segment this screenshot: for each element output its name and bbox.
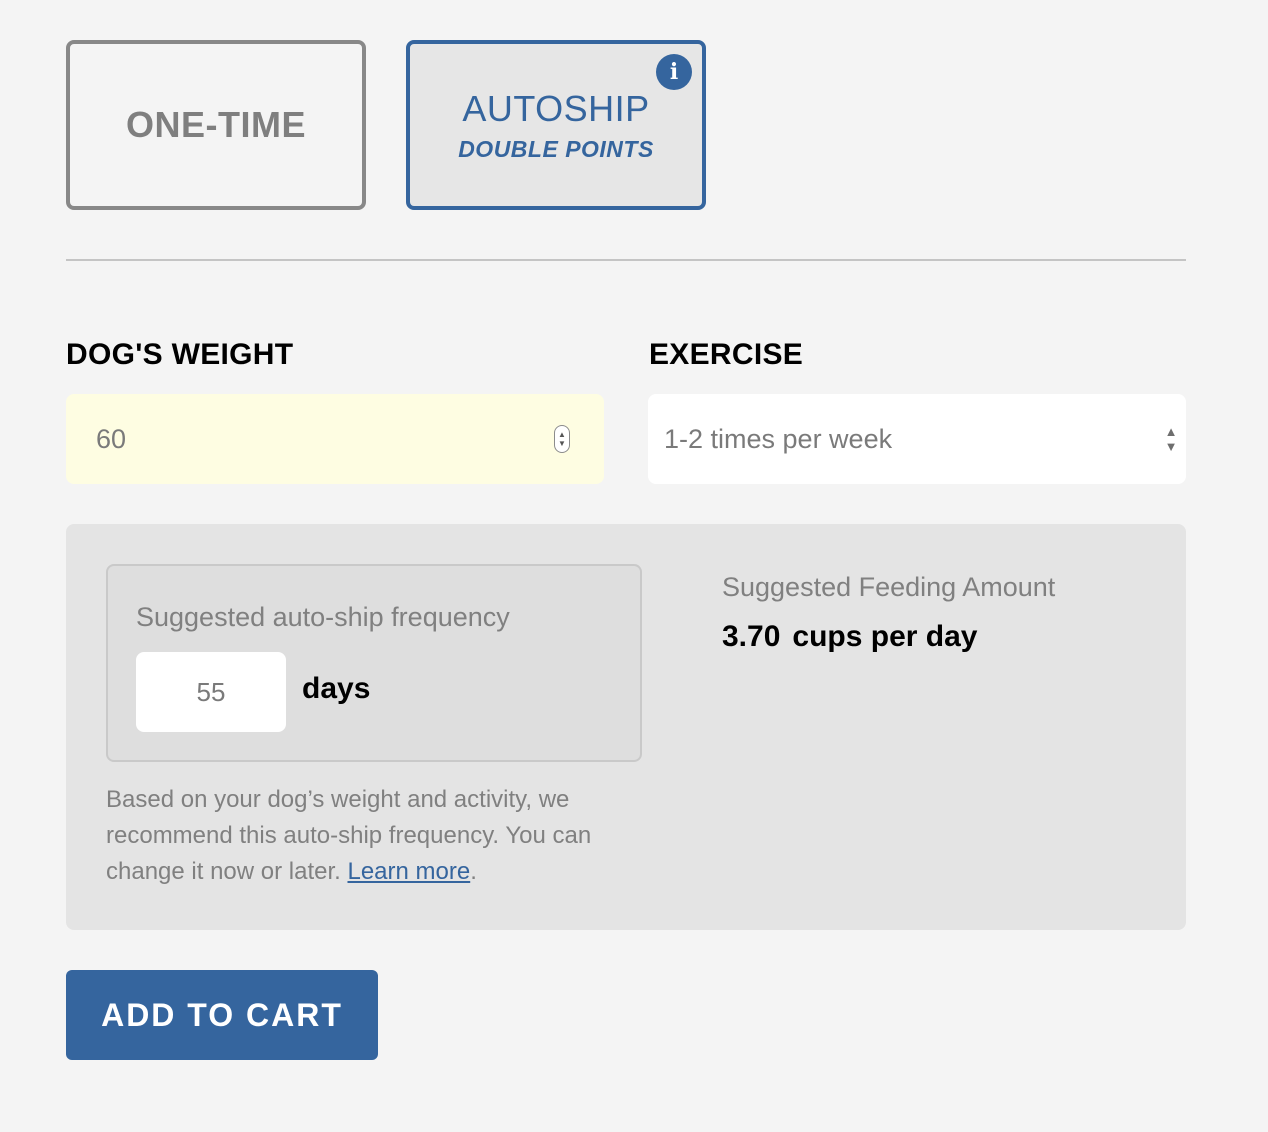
frequency-unit: days bbox=[302, 672, 371, 705]
frequency-note-end: . bbox=[470, 858, 477, 885]
dog-weight-value: 60 bbox=[96, 423, 127, 454]
number-spinner-icon[interactable]: ▲ ▼ bbox=[554, 425, 570, 453]
select-arrows-icon: ▲ ▼ bbox=[1164, 424, 1178, 454]
autoship-sublabel: DOUBLE POINTS bbox=[458, 135, 654, 162]
feeding-amount-value: 3.70 bbox=[722, 620, 781, 653]
one-time-label: ONE-TIME bbox=[126, 104, 306, 145]
autoship-option-button[interactable]: i AUTOSHIP DOUBLE POINTS bbox=[406, 40, 706, 210]
autoship-frequency-box: Suggested auto-ship frequency 55 days bbox=[106, 564, 642, 762]
frequency-input[interactable]: 55 bbox=[136, 652, 286, 732]
divider bbox=[66, 259, 1186, 261]
dog-weight-label: DOG'S WEIGHT bbox=[66, 338, 294, 371]
exercise-label: EXERCISE bbox=[649, 338, 804, 371]
autoship-label: AUTOSHIP bbox=[462, 87, 650, 129]
add-to-cart-button[interactable]: ADD TO CART bbox=[66, 970, 378, 1060]
learn-more-link[interactable]: Learn more bbox=[347, 858, 470, 885]
feeding-amount: 3.70 cups per day bbox=[722, 620, 977, 654]
product-options-page: ONE-TIME i AUTOSHIP DOUBLE POINTS DOG'S … bbox=[0, 0, 1268, 1132]
feeding-amount-unit: cups per day bbox=[792, 620, 978, 653]
frequency-note: Based on your dog’s weight and activity,… bbox=[106, 782, 646, 890]
exercise-selected-value: 1-2 times per week bbox=[664, 423, 893, 454]
suggestion-panel: Suggested auto-ship frequency 55 days Ba… bbox=[66, 524, 1186, 930]
exercise-select[interactable]: 1-2 times per week ▲ ▼ bbox=[648, 394, 1186, 484]
frequency-value: 55 bbox=[196, 676, 226, 707]
info-icon[interactable]: i bbox=[656, 54, 692, 90]
feeding-amount-title: Suggested Feeding Amount bbox=[722, 572, 1056, 602]
frequency-title: Suggested auto-ship frequency bbox=[136, 602, 510, 632]
one-time-option-button[interactable]: ONE-TIME bbox=[66, 40, 366, 210]
dog-weight-input[interactable]: 60 ▲ ▼ bbox=[66, 394, 604, 484]
